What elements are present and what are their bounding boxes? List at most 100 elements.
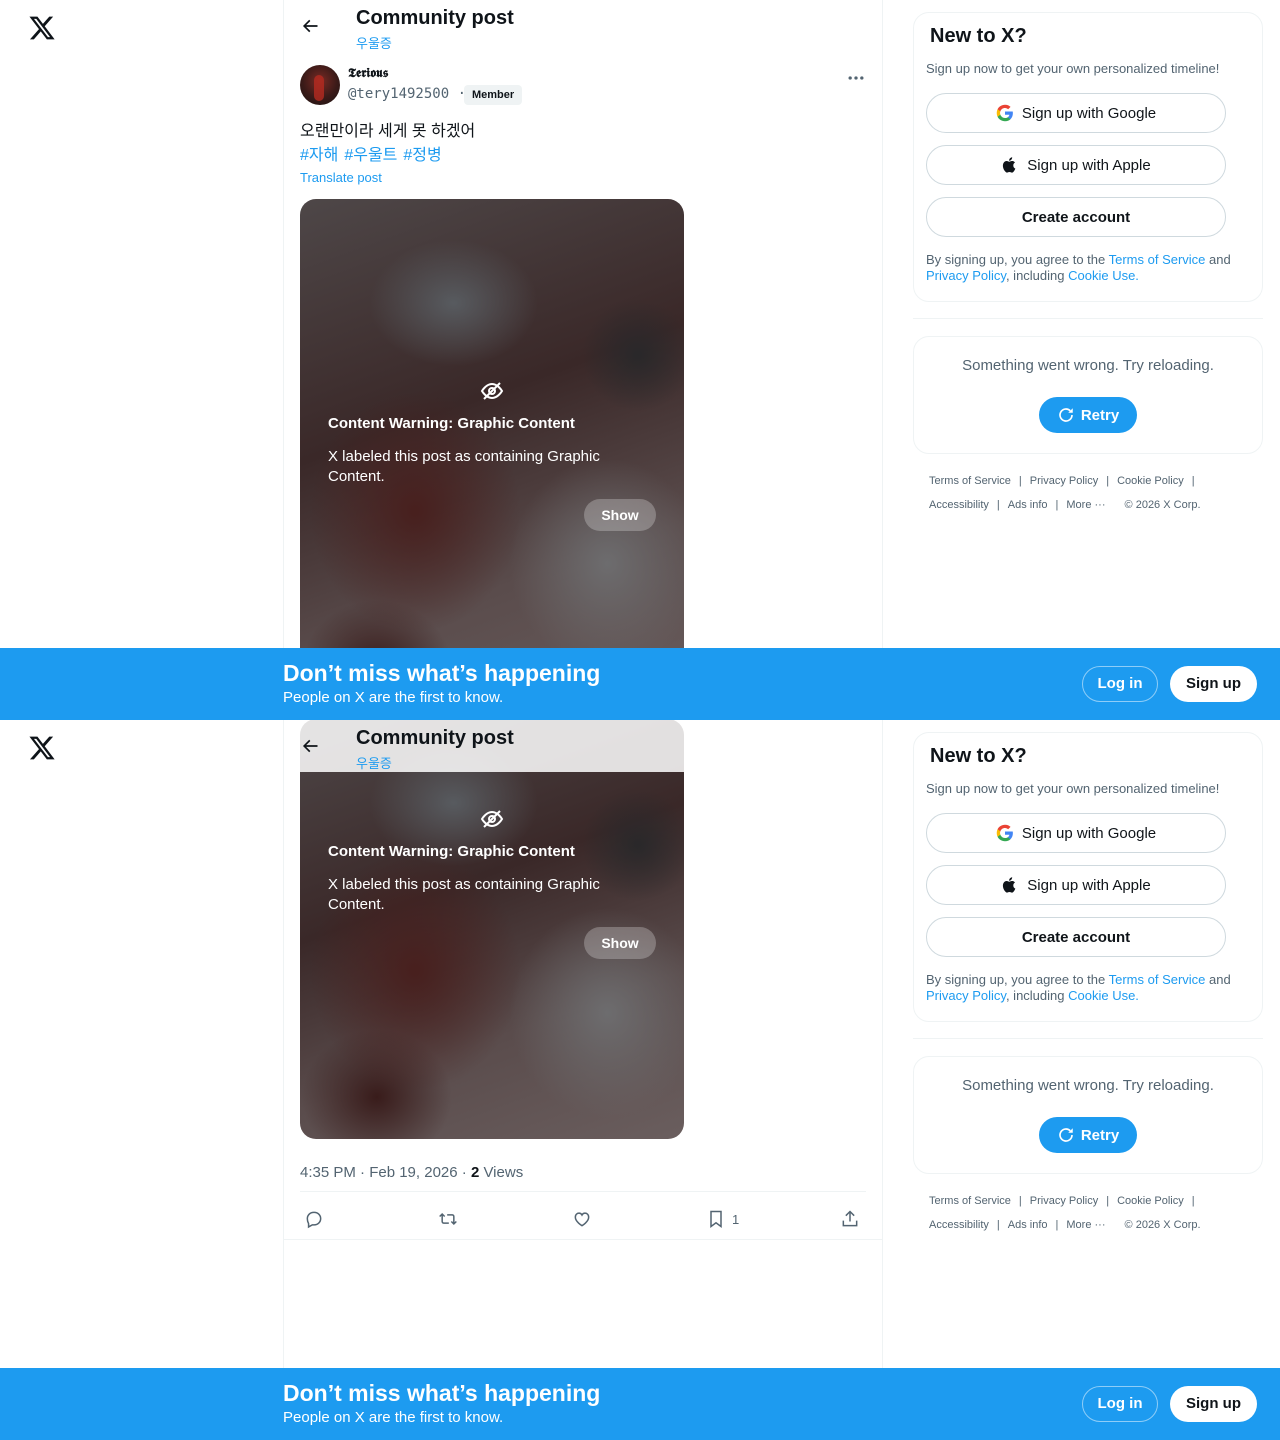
footer-accessibility-link[interactable]: Accessibility (929, 1219, 989, 1231)
cookie-link[interactable]: Cookie Use. (1068, 988, 1139, 1003)
footer-more-link[interactable]: More ··· (1066, 499, 1105, 511)
footer-terms-link[interactable]: Terms of Service (929, 475, 1011, 487)
hashtag-link[interactable]: #정병 (403, 147, 441, 164)
reply-button[interactable] (304, 1204, 324, 1234)
content-warning-title: Content Warning: Graphic Content (328, 843, 575, 860)
retry-label: Retry (1080, 406, 1120, 424)
error-card: Something went wrong. Try reloading. Ret… (913, 336, 1263, 454)
legal-text: and (1205, 252, 1231, 267)
signup-apple-button[interactable]: Sign up with Apple (926, 865, 1226, 905)
heart-icon (574, 1212, 590, 1227)
post-author: 𝕿𝖊𝖗𝖎𝖔𝖚𝖘 @tery1492500 · Member (300, 64, 866, 108)
community-link[interactable]: 우울증 (356, 753, 392, 772)
retry-button[interactable]: Retry (1039, 397, 1137, 433)
refresh-icon (1059, 1128, 1073, 1142)
footer-more-link[interactable]: More ··· (1066, 1219, 1105, 1231)
banner-title: Don’t miss what’s happening (283, 660, 601, 686)
like-button[interactable] (572, 1204, 592, 1234)
signup-title: New to X? (930, 25, 1027, 47)
post-header: Community post 우울증 (284, 720, 882, 772)
footer-cookie-link[interactable]: Cookie Policy (1117, 475, 1184, 487)
create-account-button[interactable]: Create account (926, 917, 1226, 957)
footer-links: Terms of Service | Privacy Policy | Cookie P… (929, 475, 1201, 511)
cookie-link[interactable]: Cookie Use. (1068, 268, 1139, 283)
member-badge: Member (464, 85, 523, 105)
google-icon (996, 824, 1013, 842)
signup-apple-button[interactable]: Sign up with Apple (926, 145, 1226, 185)
footer-privacy-link[interactable]: Privacy Policy (1030, 1195, 1098, 1207)
screen-bottom: Content Warning: Graphic Content X label… (0, 720, 1280, 1440)
screen-top: Community post 우울증 𝕿𝖊𝖗𝖎𝖔𝖚𝖘 @tery1492500 … (0, 0, 1280, 720)
banner-subtitle: People on X are the first to know. (283, 1409, 504, 1426)
signup-card: New to X? Sign up now to get your own pe… (913, 12, 1263, 302)
author-name[interactable]: 𝕿𝖊𝖗𝖎𝖔𝖚𝖘 (348, 66, 388, 81)
footer-privacy-link[interactable]: Privacy Policy (1030, 475, 1098, 487)
legal-text: By signing up, you agree to the (926, 972, 1109, 987)
bookmark-count: 1 (732, 1211, 740, 1227)
show-media-button[interactable]: Show (584, 499, 656, 531)
footer-accessibility-link[interactable]: Accessibility (929, 499, 989, 511)
signup-card: New to X? Sign up now to get your own pe… (913, 732, 1263, 1022)
back-arrow-icon[interactable] (300, 736, 320, 756)
column-border-left (283, 720, 284, 1440)
footer-links: Terms of Service | Privacy Policy | Cookie P… (929, 1195, 1201, 1231)
eye-slash-icon (480, 382, 504, 400)
terms-link[interactable]: Terms of Service (1109, 252, 1206, 267)
signup-title: New to X? (930, 745, 1027, 767)
legal-text: , including (1005, 988, 1069, 1003)
signup-button[interactable]: Sign up (1170, 666, 1257, 702)
action-divider (284, 1239, 882, 1240)
signup-google-button[interactable]: Sign up with Google (926, 93, 1226, 133)
timestamp-text[interactable]: 4:35 PM · Feb 19, 2026 · (300, 1164, 471, 1181)
post-text: 오랜만이라 세게 못 하겠어 (300, 123, 476, 140)
author-handle[interactable]: @tery1492500 · (348, 86, 466, 102)
signup-apple-label: Sign up with Apple (1027, 156, 1151, 174)
login-button[interactable]: Log in (1082, 1386, 1158, 1422)
footer-terms-link[interactable]: Terms of Service (929, 1195, 1011, 1207)
signup-subtitle: Sign up now to get your own personalized… (926, 61, 1220, 76)
google-icon (996, 104, 1013, 122)
bookmark-button[interactable]: 1 (706, 1204, 739, 1234)
content-warning-description: X labeled this post as containing Graphi… (328, 876, 600, 913)
translate-post-link[interactable]: Translate post (300, 170, 382, 185)
retry-label: Retry (1080, 1126, 1120, 1144)
content-warning-title: Content Warning: Graphic Content (328, 415, 575, 432)
terms-link[interactable]: Terms of Service (1109, 972, 1206, 987)
footer-copyright: © 2026 X Corp. (1124, 499, 1201, 511)
x-logo-icon[interactable] (28, 734, 56, 762)
legal-text: and (1205, 972, 1231, 987)
back-arrow-icon[interactable] (300, 16, 320, 36)
signup-legal: By signing up, you agree to the Terms of… (926, 972, 1256, 1004)
signup-google-label: Sign up with Google (1021, 104, 1157, 122)
repost-button[interactable] (438, 1204, 458, 1234)
avatar[interactable] (300, 65, 340, 105)
more-options-icon[interactable] (846, 68, 866, 88)
post-timestamp: 4:35 PM · Feb 19, 2026 · 2 Views (300, 1164, 523, 1181)
share-button[interactable] (840, 1204, 860, 1234)
signup-google-button[interactable]: Sign up with Google (926, 813, 1226, 853)
signup-button[interactable]: Sign up (1170, 1386, 1257, 1422)
legal-text: , including (1005, 268, 1069, 283)
hashtag-link[interactable]: #자해 (300, 147, 338, 164)
retry-button[interactable]: Retry (1039, 1117, 1137, 1153)
footer-copyright: © 2026 X Corp. (1124, 1219, 1201, 1231)
post-media[interactable]: Content Warning: Graphic Content X label… (300, 199, 684, 720)
post-actions: 1 (300, 1204, 866, 1234)
signup-apple-label: Sign up with Apple (1027, 876, 1151, 894)
column-border-left (283, 0, 284, 720)
x-logo-icon[interactable] (28, 14, 56, 42)
show-media-button[interactable]: Show (584, 927, 656, 959)
community-link[interactable]: 우울증 (356, 33, 392, 52)
hashtag-link[interactable]: #우울트 (344, 147, 397, 164)
privacy-link[interactable]: Privacy Policy (926, 988, 1006, 1003)
create-account-button[interactable]: Create account (926, 197, 1226, 237)
footer-ads-link[interactable]: Ads info (1008, 1219, 1048, 1231)
post-media[interactable]: Content Warning: Graphic Content X label… (300, 720, 684, 1139)
footer-cookie-link[interactable]: Cookie Policy (1117, 1195, 1184, 1207)
signup-subtitle: Sign up now to get your own personalized… (926, 781, 1220, 796)
privacy-link[interactable]: Privacy Policy (926, 268, 1006, 283)
footer-ads-link[interactable]: Ads info (1008, 499, 1048, 511)
login-button[interactable]: Log in (1082, 666, 1158, 702)
signup-banner: Don’t miss what’s happening People on X … (0, 1368, 1280, 1440)
reply-icon (306, 1211, 322, 1229)
